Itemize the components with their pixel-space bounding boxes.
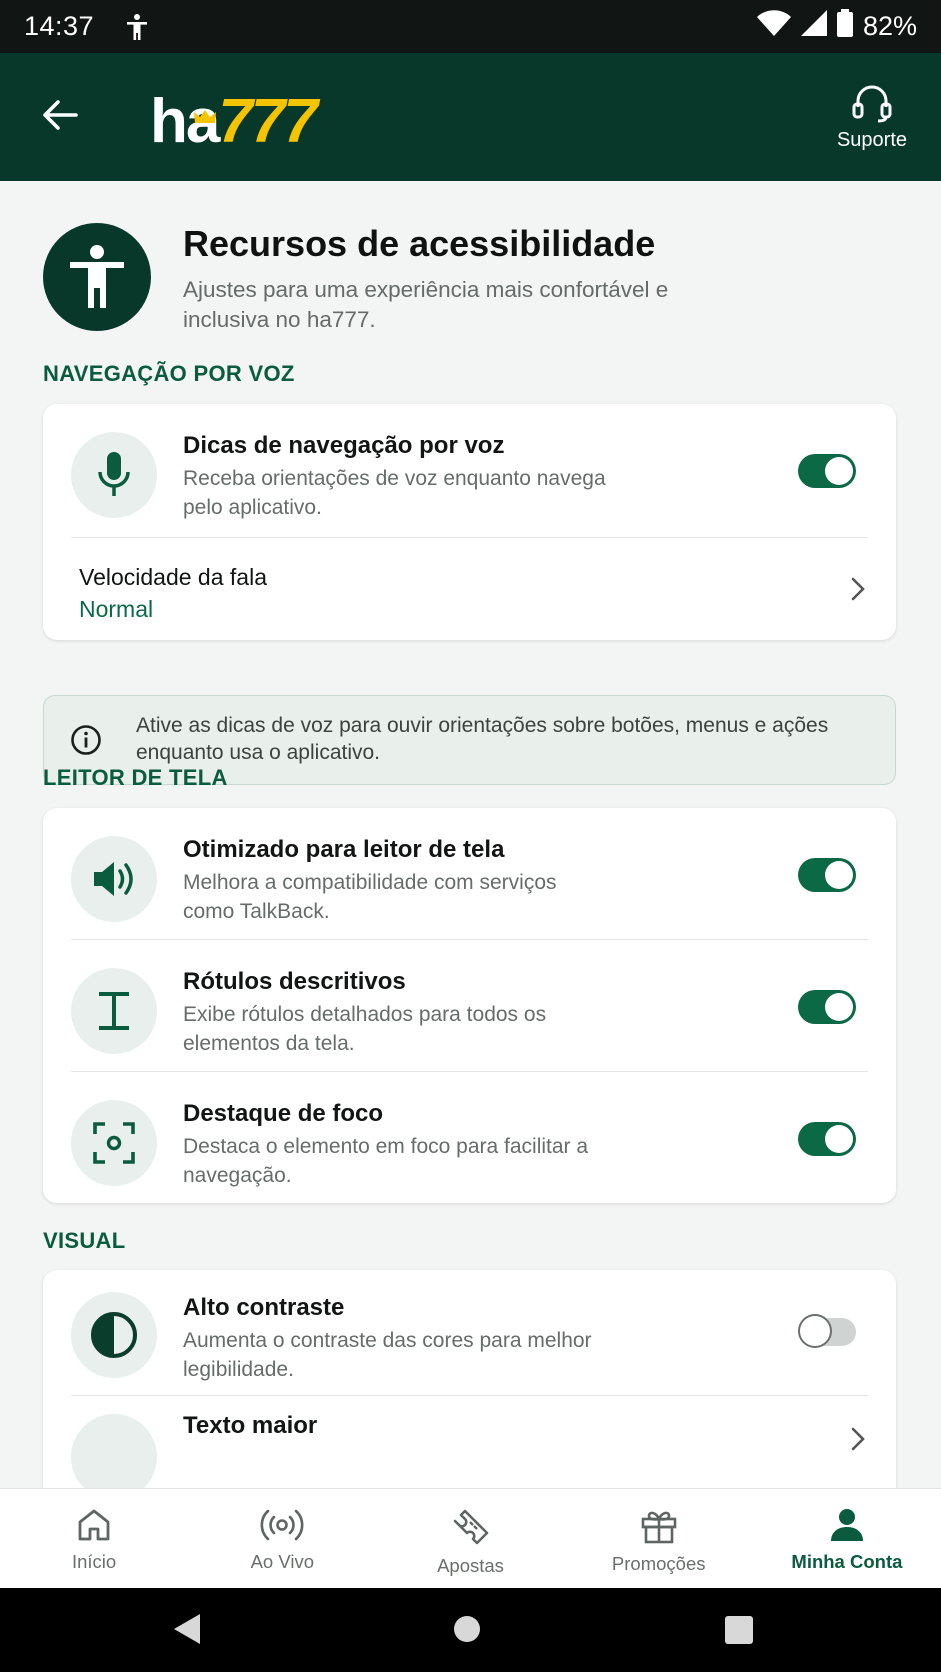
logo-777: 777 [218, 87, 317, 156]
hero-section: Recursos de acessibilidade Ajustes para … [43, 223, 903, 333]
screen-reader-toggle[interactable] [798, 858, 856, 892]
setting-voice-hints: Dicas de navegação por voz Receba orient… [43, 404, 896, 538]
battery-percent: 82% [862, 11, 917, 41]
setting-description: Exibe rótulos detalhados para todos os e… [183, 1003, 547, 1055]
system-home-button[interactable] [452, 1612, 482, 1646]
page-title: Recursos de acessibilidade [183, 223, 656, 264]
speech-speed-value: Normal [79, 596, 154, 622]
support-label: Suporte [836, 129, 908, 151]
setting-description: Receba orientações de voz enquanto naveg… [183, 467, 606, 519]
page-subtitle: Ajustes para uma experiência mais confor… [183, 277, 669, 332]
back-button[interactable] [36, 91, 84, 139]
setting-title: Destaque de foco [183, 1100, 384, 1127]
setting-descriptive-labels: Rótulos descritivos Exibe rótulos detalh… [43, 940, 896, 1072]
status-time: 14:37 [24, 11, 95, 41]
user-icon [830, 1509, 863, 1541]
screen-reader-card: Otimizado para leitor de tela Melhora a … [43, 808, 896, 1203]
tab-label: Minha Conta [791, 1551, 903, 1572]
support-button[interactable]: Suporte [831, 83, 913, 152]
accessibility-status-icon [126, 13, 148, 41]
signal-icon [800, 10, 827, 43]
speech-speed-label: Velocidade da fala [79, 564, 267, 590]
setting-title: Alto contraste [183, 1294, 345, 1321]
tab-label: Início [71, 1551, 117, 1572]
status-bar: 14:37 82% [0, 0, 941, 53]
accessibility-icon [43, 223, 151, 331]
tab-ao-vivo[interactable]: Ao Vivo [188, 1489, 376, 1588]
system-navigation-bar [0, 1588, 941, 1672]
home-icon [78, 1509, 110, 1541]
battery-icon [836, 9, 853, 44]
tab-apostas[interactable]: Apostas [376, 1489, 564, 1588]
gift-icon [641, 1511, 677, 1544]
setting-title: Rótulos descritivos [183, 968, 406, 995]
setting-title: Texto maior [183, 1412, 318, 1439]
text-size-icon [71, 1414, 157, 1488]
setting-description: Destaca o elemento em foco para facilita… [183, 1135, 589, 1187]
focus-frame-icon [71, 1100, 157, 1186]
setting-title: Otimizado para leitor de tela [183, 836, 505, 863]
visual-card: Alto contraste Aumenta o contraste das c… [43, 1270, 896, 1488]
arrow-left-icon [43, 100, 78, 130]
microphone-icon [71, 432, 157, 518]
ha777-logo: ha 777 [150, 83, 318, 156]
live-broadcast-icon [260, 1509, 304, 1541]
system-back-button[interactable] [172, 1612, 202, 1646]
section-title-screen-reader: LEITOR DE TELA [43, 765, 228, 790]
info-text: Ative as dicas de voz para ouvir orienta… [136, 714, 829, 764]
chevron-right-icon [851, 577, 865, 601]
high-contrast-toggle[interactable] [798, 1314, 856, 1348]
section-title-voice: NAVEGAÇÃO POR VOZ [43, 361, 295, 386]
setting-description: Aumenta o contraste das cores para melho… [183, 1329, 592, 1381]
tab-label: Promoções [611, 1553, 706, 1574]
setting-description: Melhora a compatibilidade com serviços c… [183, 871, 557, 923]
descriptive-labels-toggle[interactable] [798, 990, 856, 1024]
accessibility-content[interactable]: Recursos de acessibilidade Ajustes para … [0, 181, 941, 1488]
app-header: ha 777 Suporte [0, 53, 941, 181]
setting-focus-highlight: Destaque de foco Destaca o elemento em f… [43, 1072, 896, 1203]
wifi-icon [756, 10, 791, 43]
system-recents-button[interactable] [724, 1612, 754, 1646]
crown-icon [194, 73, 216, 135]
focus-highlight-toggle[interactable] [798, 1122, 856, 1156]
speaker-icon [71, 836, 157, 922]
info-icon [71, 725, 101, 755]
chevron-right-icon [851, 1427, 865, 1451]
text-cursor-icon [71, 968, 157, 1054]
tab-inicio[interactable]: Início [0, 1489, 188, 1588]
tab-label: Ao Vivo [250, 1551, 315, 1572]
speech-speed-row[interactable]: Velocidade da fala Normal [43, 538, 896, 640]
setting-high-contrast: Alto contraste Aumenta o contraste das c… [43, 1270, 896, 1396]
bottom-navigation: Início Ao Vivo Apostas Promoções Minha C… [0, 1488, 941, 1588]
headset-icon [852, 85, 892, 123]
contrast-icon [71, 1292, 157, 1378]
voice-card: Dicas de navegação por voz Receba orient… [43, 404, 896, 640]
section-title-visual: VISUAL [43, 1228, 126, 1253]
ticket-icon [453, 1509, 488, 1545]
voice-hints-toggle[interactable] [798, 454, 856, 488]
tab-label: Apostas [437, 1555, 504, 1576]
tab-promocoes[interactable]: Promoções [565, 1489, 753, 1588]
setting-screen-reader-optimized: Otimizado para leitor de tela Melhora a … [43, 808, 896, 940]
setting-title: Dicas de navegação por voz [183, 432, 505, 459]
setting-larger-text[interactable]: Texto maior [43, 1396, 896, 1488]
tab-minha-conta[interactable]: Minha Conta [753, 1489, 941, 1588]
